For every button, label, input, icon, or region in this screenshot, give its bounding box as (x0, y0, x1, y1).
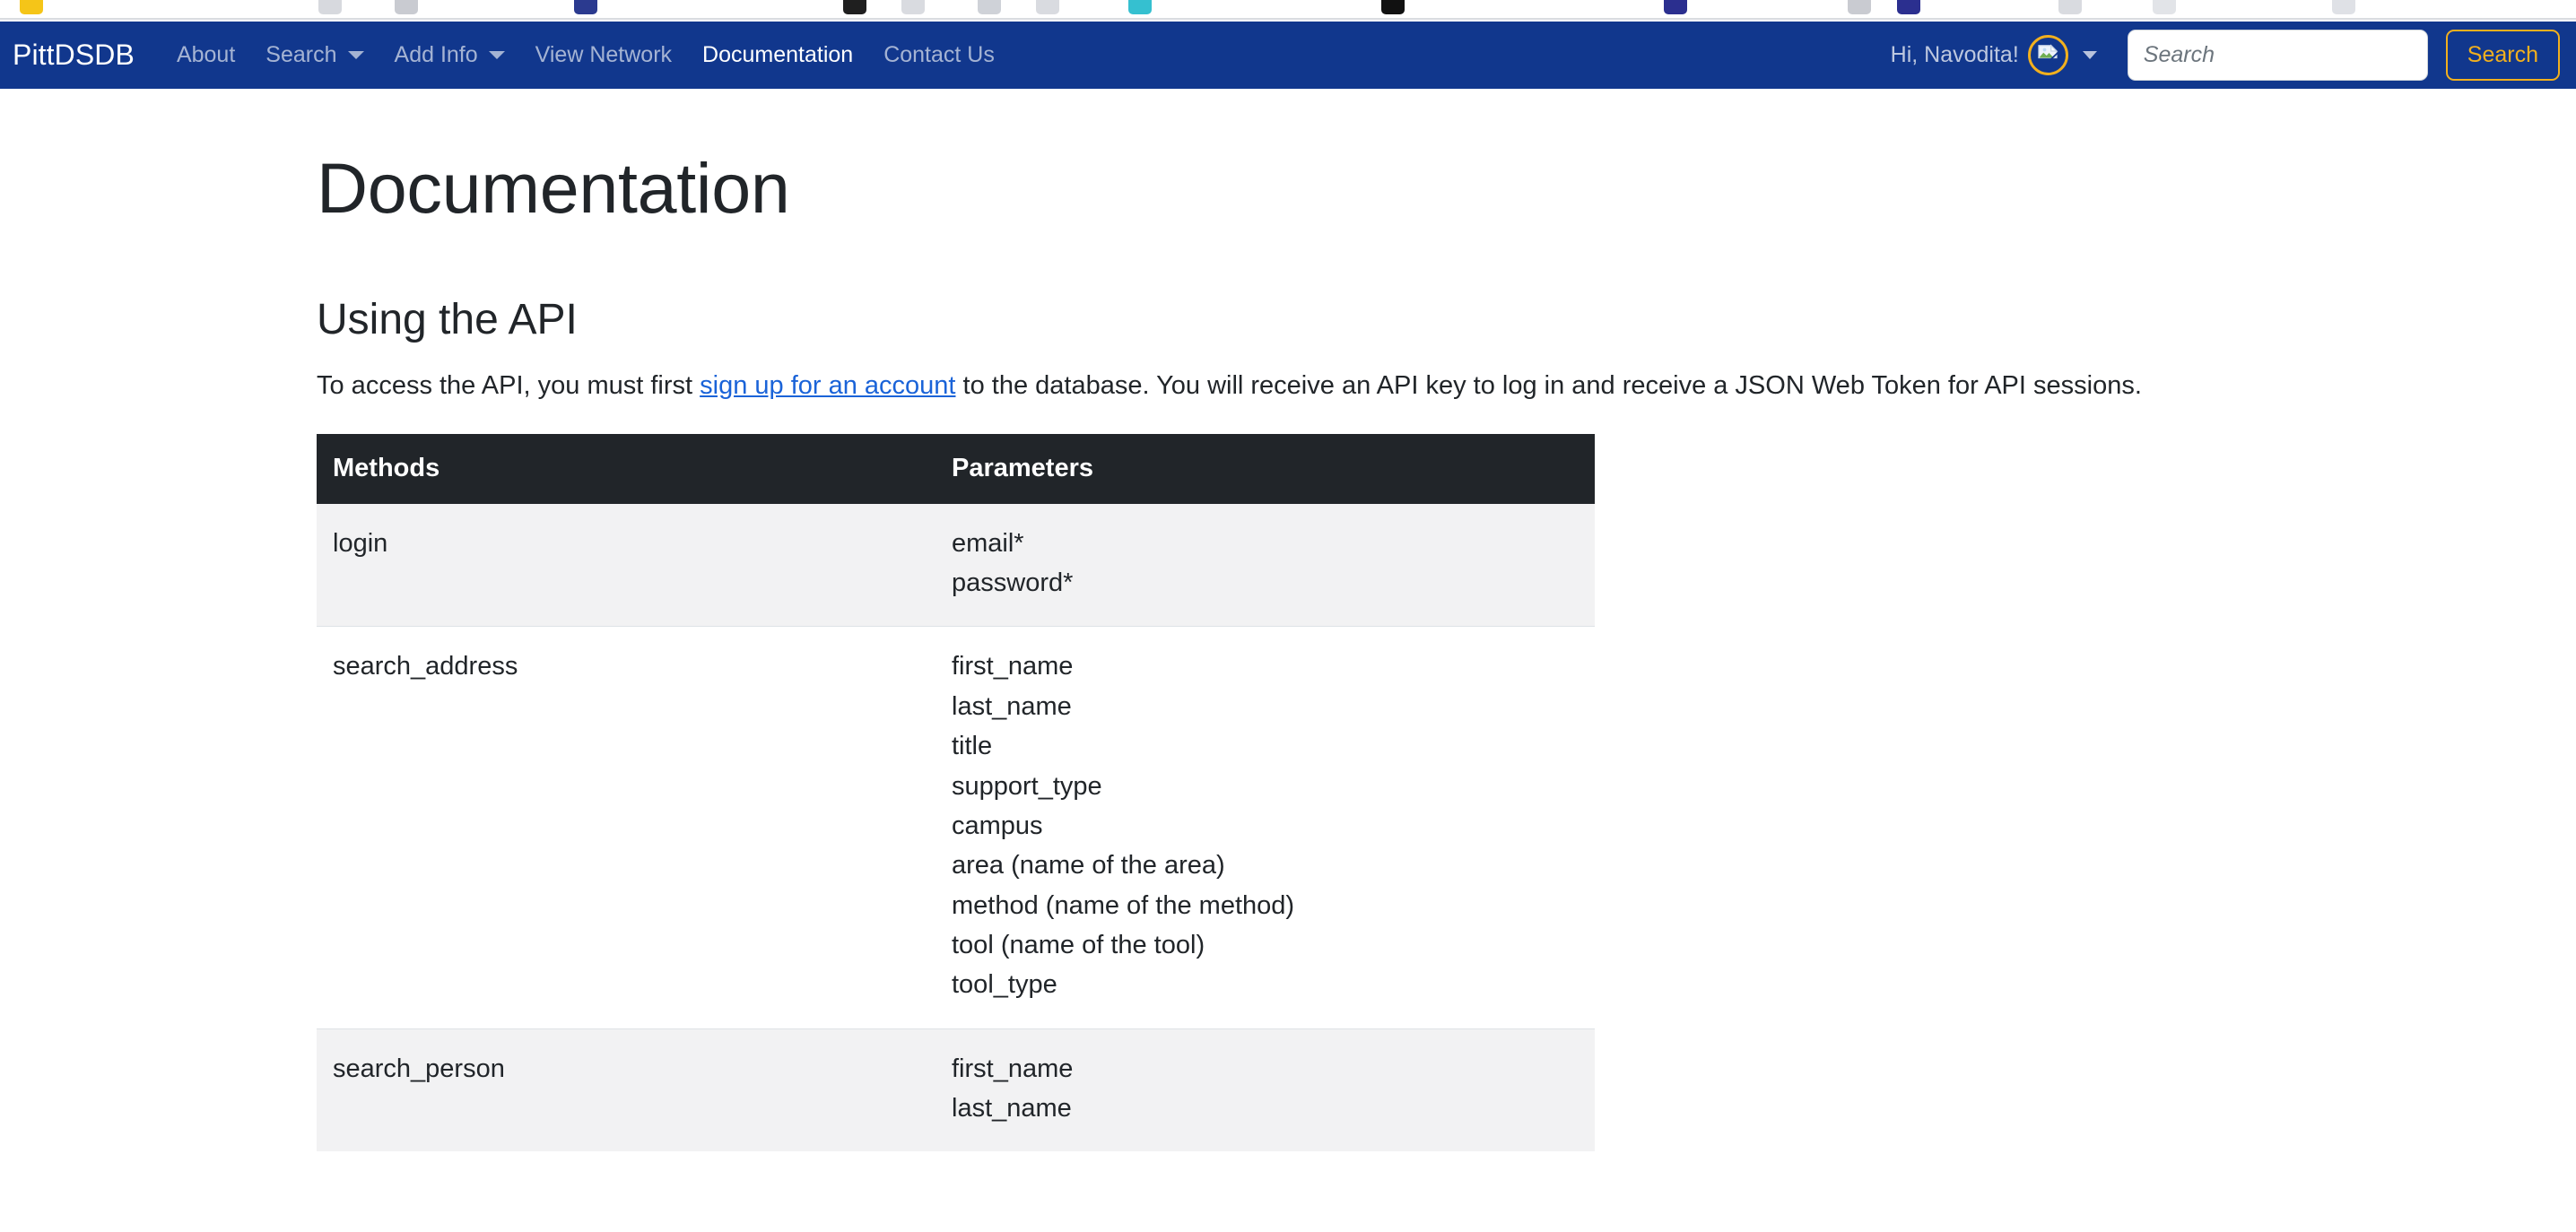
method-cell: login (317, 503, 936, 627)
brand-logo[interactable]: PittDSDB (13, 39, 135, 72)
sign-up-link[interactable]: sign up for an account (700, 371, 955, 400)
parameter-item: last_name (952, 1094, 1072, 1124)
parameters-cell: email* password* (936, 503, 1595, 627)
intro-text-after: to the database. You will receive an API… (955, 370, 2142, 400)
bookmark-favicon[interactable] (2153, 0, 2176, 14)
bookmark-favicon[interactable] (1036, 0, 1059, 14)
page-content: Documentation Using the API To access th… (0, 89, 2576, 1152)
browser-bookmarks-bar (0, 0, 2576, 20)
parameter-item: support_type (952, 771, 1102, 801)
bookmark-favicon[interactable] (1848, 0, 1871, 14)
bookmark-favicon[interactable] (1381, 0, 1405, 14)
parameter-item: first_name (952, 652, 1074, 681)
parameter-item: last_name (952, 691, 1072, 721)
parameter-item: email* (952, 528, 1024, 558)
chevron-down-icon[interactable] (2082, 51, 2097, 59)
parameters-cell: first_name last_nametitle support_typecamp… (936, 626, 1595, 1029)
table-row: login email* password* (317, 503, 1595, 627)
nav-links: About Search Add Info View Network Documenta… (161, 42, 1010, 68)
nav-link-view-network[interactable]: View Network (520, 42, 687, 68)
nav-link-label: About (176, 42, 236, 67)
intro-text-before: To access the API, you must first (317, 370, 701, 400)
intro-paragraph: To access the API, you must first sign u… (317, 366, 2254, 405)
chevron-down-icon[interactable] (488, 51, 505, 59)
broken-image-icon (2027, 35, 2068, 75)
nav-link-contact-us[interactable]: Contact Us (868, 42, 1010, 68)
greeting-text: Hi, Navodita! (1890, 42, 2019, 67)
table-row: search_address first_name last_nametitle su… (317, 626, 1595, 1029)
parameter-item: title (952, 732, 993, 761)
user-menu[interactable]: Hi, Navodita! (1891, 35, 2097, 75)
table-head: Methods Parameters (317, 433, 1595, 504)
bookmark-favicon[interactable] (843, 0, 866, 14)
bookmark-favicon[interactable] (1897, 0, 1920, 14)
bookmark-favicon[interactable] (318, 0, 342, 14)
bookmark-favicon[interactable] (395, 0, 418, 14)
column-header-methods: Methods (317, 433, 936, 504)
nav-link-label: Documentation (702, 42, 854, 67)
parameter-item: area (name of the area) (952, 851, 1225, 881)
bookmark-favicon[interactable] (1664, 0, 1687, 14)
parameters-cell: first_name last_name (936, 1028, 1595, 1152)
nav-link-label: View Network (535, 42, 673, 67)
bookmark-favicon[interactable] (1128, 0, 1152, 14)
table-row: search_person first_name last_name (317, 1028, 1595, 1152)
nav-link-label: Contact Us (883, 42, 995, 67)
bookmark-favicon[interactable] (901, 0, 925, 14)
chevron-down-icon[interactable] (347, 51, 364, 59)
method-cell: search_address (317, 626, 936, 1029)
api-methods-table: Methods Parameters login email* password* s… (317, 433, 1595, 1152)
parameter-item: tool_type (952, 970, 1057, 1000)
search-button[interactable]: Search (2445, 30, 2560, 81)
section-title: Using the API (317, 295, 578, 343)
bookmark-favicon[interactable] (978, 0, 1001, 14)
table-body: login email* password* search_address first_… (317, 503, 1595, 1152)
table-header-row: Methods Parameters (317, 433, 1595, 504)
bookmark-favicon[interactable] (574, 0, 597, 14)
bookmark-favicon[interactable] (2058, 0, 2082, 14)
nav-link-documentation[interactable]: Documentation (687, 42, 868, 68)
parameter-item: password* (952, 568, 1074, 598)
parameter-item: method (name of the method) (952, 890, 1295, 920)
method-cell: search_person (317, 1028, 936, 1152)
parameter-item: first_name (952, 1054, 1074, 1083)
parameter-item: campus (952, 811, 1043, 840)
bookmark-favicon[interactable] (20, 0, 43, 14)
nav-link-add-info[interactable]: Add Info (379, 42, 520, 68)
bookmark-favicon[interactable] (2332, 0, 2355, 14)
nav-link-search[interactable]: Search (250, 42, 379, 68)
nav-link-label: Search (265, 42, 337, 67)
navbar-right-section: Hi, Navodita! Search (1891, 30, 2560, 81)
nav-link-about[interactable]: About (161, 42, 250, 68)
search-input[interactable] (2127, 30, 2428, 81)
page-title: Documentation (317, 148, 790, 228)
parameter-item: tool (name of the tool) (952, 931, 1205, 959)
main-navbar: PittDSDB About Search Add Info View Network… (0, 22, 2576, 89)
column-header-parameters: Parameters (936, 433, 1595, 504)
nav-link-label: Add Info (394, 42, 478, 67)
